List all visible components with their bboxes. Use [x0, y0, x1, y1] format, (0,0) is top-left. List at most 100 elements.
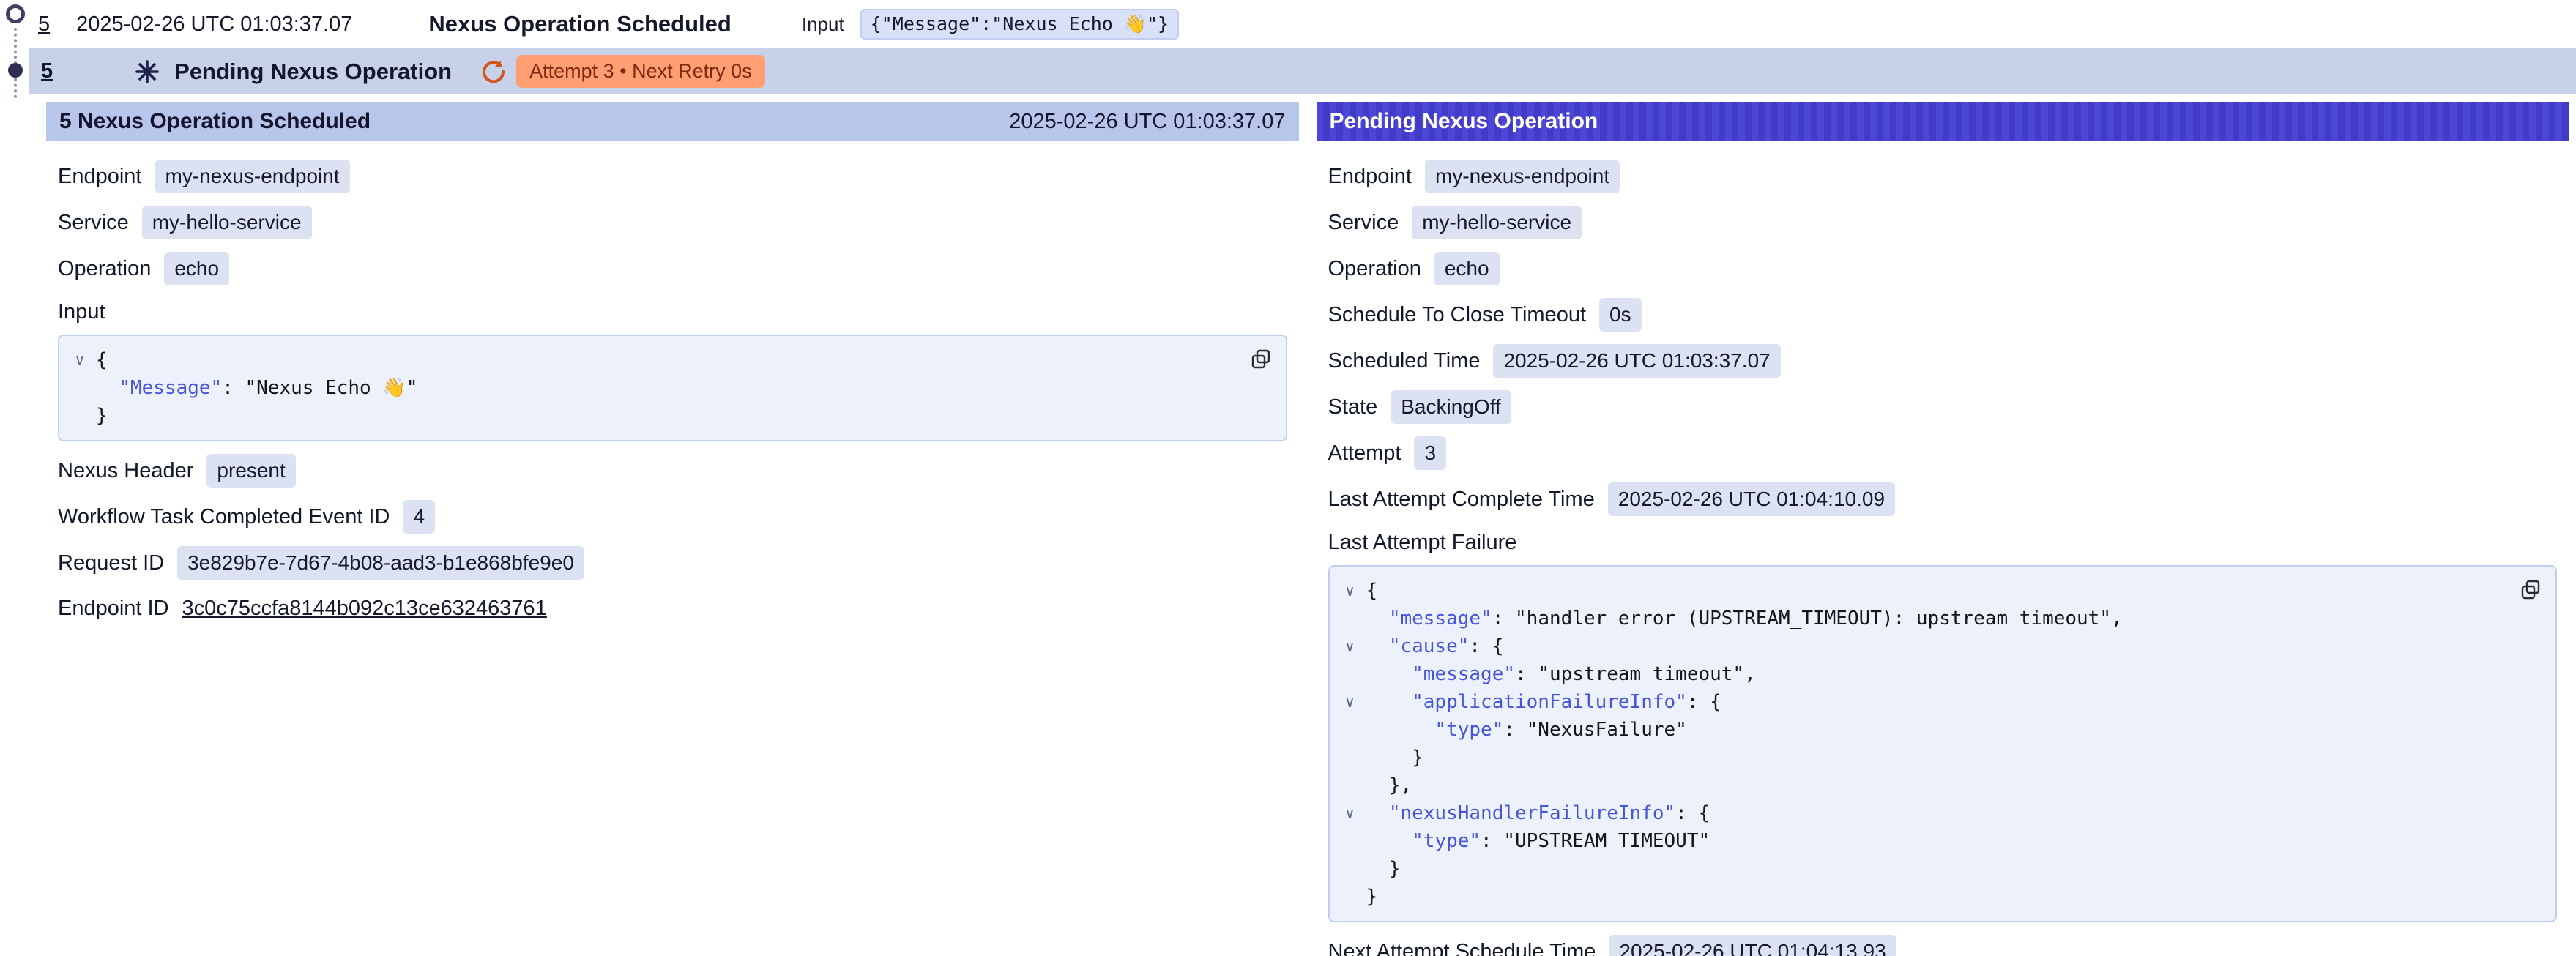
field-value-chip: echo: [1434, 252, 1500, 285]
code-line: }: [64, 402, 1242, 430]
code-gutter: [1334, 827, 1366, 855]
copy-icon[interactable]: [1246, 345, 1276, 376]
timeline-start-icon: [6, 4, 25, 23]
field-last-attempt-complete-time: Last Attempt Complete Time 2025-02-26 UT…: [1328, 482, 2558, 516]
code-line: ∨ "nexusHandlerFailureInfo": {: [1334, 799, 2512, 827]
collapse-chevron-icon[interactable]: ∨: [1334, 632, 1366, 660]
field-schedule-to-close-timeout: Schedule To Close Timeout 0s: [1328, 298, 2558, 332]
pending-operation-header-title: Pending Nexus Operation: [1330, 109, 1598, 134]
copy-icon[interactable]: [2516, 575, 2545, 607]
code-gutter: [1334, 716, 1366, 744]
field-service: Service my-hello-service: [1328, 206, 2558, 239]
event-id-link[interactable]: 5: [38, 12, 50, 37]
scheduled-event-panel: 5 Nexus Operation Scheduled 2025-02-26 U…: [46, 102, 1299, 956]
field-label: Endpoint: [58, 165, 142, 189]
event-summary-row[interactable]: 5 2025-02-26 UTC 01:03:37.07 Nexus Opera…: [38, 0, 2576, 48]
pending-operation-title: Pending Nexus Operation: [174, 59, 452, 85]
failure-json-viewer: ∨{ "message": "handler error (UPSTREAM_T…: [1328, 565, 2558, 922]
pending-spinner-icon: [135, 59, 160, 84]
code-line: "message": "upstream timeout",: [1334, 660, 2512, 688]
field-value-chip: my-hello-service: [142, 206, 312, 239]
field-label: Request ID: [58, 551, 164, 575]
field-label: Attempt: [1328, 441, 1401, 466]
pending-operation-panel: Pending Nexus Operation Endpoint my-nexu…: [1317, 102, 2569, 956]
event-input-label: Input: [802, 13, 844, 36]
code-line: ∨{: [64, 346, 1242, 374]
event-input-preview-chip[interactable]: {"Message":"Nexus Echo 👋"}: [860, 9, 1179, 40]
code-line: ∨{: [1334, 577, 2512, 605]
pending-operation-header: Pending Nexus Operation: [1317, 102, 2569, 141]
field-value-chip: my-hello-service: [1412, 206, 1582, 239]
event-detail-area: 5 Nexus Operation Scheduled 2025-02-26 U…: [46, 102, 2569, 956]
field-label: Endpoint ID: [58, 597, 169, 621]
field-endpoint: Endpoint my-nexus-endpoint: [1328, 160, 2558, 193]
field-request-id: Request ID 3e829b7e-7d67-4b08-aad3-b1e86…: [58, 546, 1287, 580]
attempt-retry-badge: Attempt 3 • Next Retry 0s: [516, 55, 765, 88]
field-label: Operation: [1328, 257, 1421, 281]
code-line: }: [1334, 883, 2512, 911]
collapse-chevron-icon[interactable]: ∨: [1334, 577, 1366, 605]
field-value-chip: my-nexus-endpoint: [155, 160, 350, 193]
field-workflow-task-completed-event-id: Workflow Task Completed Event ID 4: [58, 500, 1287, 534]
input-json-viewer: ∨{ "Message": "Nexus Echo 👋"}: [58, 335, 1287, 441]
field-value-chip: echo: [164, 252, 229, 285]
scheduled-event-body: Endpoint my-nexus-endpoint Service my-he…: [46, 141, 1299, 643]
code-line: },: [1334, 772, 2512, 799]
pending-event-id-link[interactable]: 5: [41, 59, 53, 83]
code-gutter: [1334, 660, 1366, 688]
field-label: Nexus Header: [58, 459, 193, 483]
last-attempt-failure-label: Last Attempt Failure: [1328, 531, 2558, 555]
event-title: Nexus Operation Scheduled: [428, 11, 731, 37]
field-service: Service my-hello-service: [58, 206, 1287, 239]
retry-icon: [480, 58, 507, 86]
code-gutter: [1334, 772, 1366, 799]
event-timestamp: 2025-02-26 UTC 01:03:37.07: [76, 12, 352, 37]
code-line: }: [1334, 855, 2512, 883]
code-line: }: [1334, 744, 2512, 772]
code-line: "Message": "Nexus Echo 👋": [64, 374, 1242, 402]
endpoint-id-link[interactable]: 3c0c75ccfa8144b092c13ce632463761: [182, 597, 547, 621]
field-label: State: [1328, 395, 1378, 419]
field-nexus-header: Nexus Header present: [58, 454, 1287, 488]
input-section-label: Input: [58, 300, 1287, 324]
code-gutter: [1334, 605, 1366, 632]
field-value-chip: my-nexus-endpoint: [1425, 160, 1620, 193]
field-label: Schedule To Close Timeout: [1328, 303, 1587, 327]
collapse-chevron-icon[interactable]: ∨: [64, 346, 96, 374]
field-value-chip: 4: [403, 500, 435, 534]
code-line: "message": "handler error (UPSTREAM_TIME…: [1334, 605, 2512, 632]
code-line: "type": "UPSTREAM_TIMEOUT": [1334, 827, 2512, 855]
pending-operation-row[interactable]: 5 Pending Nexus Operation Attempt 3 • Ne…: [29, 48, 2576, 94]
field-endpoint: Endpoint my-nexus-endpoint: [58, 160, 1287, 193]
field-label: Workflow Task Completed Event ID: [58, 505, 390, 529]
code-gutter: [1334, 744, 1366, 772]
code-gutter: [64, 374, 96, 402]
field-operation: Operation echo: [1328, 252, 2558, 285]
field-label: Service: [1328, 211, 1399, 235]
field-value-chip: BackingOff: [1391, 390, 1511, 424]
field-label: Endpoint: [1328, 165, 1412, 189]
code-gutter: [1334, 883, 1366, 911]
scheduled-event-header: 5 Nexus Operation Scheduled 2025-02-26 U…: [46, 102, 1299, 141]
field-endpoint-id: Endpoint ID 3c0c75ccfa8144b092c13ce63246…: [58, 592, 1287, 625]
failure-json-code: ∨{ "message": "handler error (UPSTREAM_T…: [1334, 577, 2512, 911]
code-gutter: [1334, 855, 1366, 883]
field-label: Next Attempt Schedule Time: [1328, 940, 1596, 956]
pending-operation-body: Endpoint my-nexus-endpoint Service my-he…: [1317, 141, 2569, 956]
field-value-chip: present: [206, 454, 295, 488]
code-line: "type": "NexusFailure": [1334, 716, 2512, 744]
field-value-chip: 3: [1414, 436, 1446, 470]
field-value-chip: 0s: [1599, 298, 1642, 332]
code-line: ∨ "applicationFailureInfo": {: [1334, 688, 2512, 716]
field-operation: Operation echo: [58, 252, 1287, 285]
field-value-chip: 2025-02-26 UTC 01:03:37.07: [1493, 344, 1780, 378]
field-scheduled-time: Scheduled Time 2025-02-26 UTC 01:03:37.0…: [1328, 344, 2558, 378]
field-next-attempt-schedule-time: Next Attempt Schedule Time 2025-02-26 UT…: [1328, 935, 2558, 956]
input-json-code: ∨{ "Message": "Nexus Echo 👋"}: [64, 346, 1242, 430]
collapse-chevron-icon[interactable]: ∨: [1334, 799, 1366, 827]
field-label: Last Attempt Complete Time: [1328, 488, 1595, 512]
field-label: Scheduled Time: [1328, 349, 1481, 373]
scheduled-event-header-timestamp: 2025-02-26 UTC 01:03:37.07: [1009, 110, 1285, 134]
code-gutter: [64, 402, 96, 430]
collapse-chevron-icon[interactable]: ∨: [1334, 688, 1366, 716]
